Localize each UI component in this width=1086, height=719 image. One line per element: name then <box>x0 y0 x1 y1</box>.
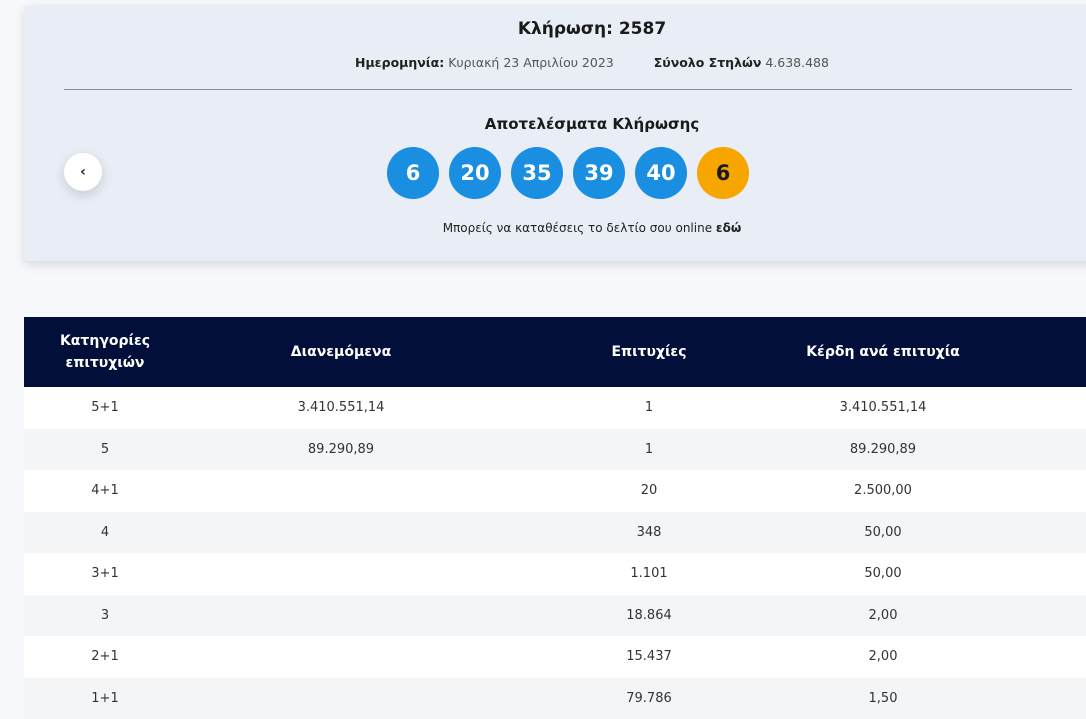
number-ball: 20 <box>449 147 501 199</box>
cell-prize: 3.410.551,14 <box>839 400 927 416</box>
previous-draw-button[interactable]: ‹ <box>64 153 102 191</box>
prize-table: Κατηγορίες επιτυχιών Διανεμόμενα Επιτυχί… <box>24 317 1086 719</box>
draw-title: Κλήρωση: 2587 <box>517 19 667 39</box>
cell-distributed <box>186 470 496 512</box>
cell-distributed <box>186 553 496 595</box>
number-ball: 6 <box>387 147 439 199</box>
cell-winners: 18.864 <box>626 607 672 623</box>
cell-category: 4+1 <box>91 483 119 499</box>
cell-winners: 1 <box>644 441 654 457</box>
header-categories: Κατηγορίες επιτυχιών <box>59 333 151 371</box>
cell-category: 3+1 <box>91 566 119 582</box>
table-row: 5+1 3.410.551,14 1 3.410.551,14 <box>24 387 1086 429</box>
columns-value: 4.638.488 <box>765 55 829 70</box>
table-row: 3 18.864 2,00 <box>24 594 1086 637</box>
cell-distributed <box>186 595 496 637</box>
header-prize-per-winner: Κέρδη ανά επιτυχία <box>806 344 960 360</box>
table-header: Κατηγορίες επιτυχιών Διανεμόμενα Επιτυχί… <box>24 317 1086 387</box>
cell-distributed <box>186 636 496 678</box>
cell-winners: 79.786 <box>626 690 672 706</box>
cell-winners: 20 <box>640 483 658 499</box>
bonus-ball: 6 <box>697 147 749 199</box>
winning-numbers: 6 20 35 39 40 6 <box>387 147 749 199</box>
cell-prize: 2,00 <box>868 607 898 623</box>
chevron-left-icon: ‹ <box>80 164 86 180</box>
cell-category: 1+1 <box>91 690 119 706</box>
online-note: Μπορείς να καταθέσεις το δελτίο σου onli… <box>24 221 1086 235</box>
cell-prize: 89.290,89 <box>849 441 917 457</box>
number-ball: 39 <box>573 147 625 199</box>
header-distributed: Διανεμόμενα <box>290 344 392 360</box>
cell-distributed <box>186 678 496 719</box>
cell-distributed: 89.290,89 <box>307 441 375 457</box>
cell-category: 4 <box>100 524 110 540</box>
cell-winners: 1 <box>644 400 654 416</box>
draw-panel: Κλήρωση: 2587 Ημερομηνία: Κυριακή 23 Απρ… <box>24 5 1086 261</box>
cell-distributed: 3.410.551,14 <box>297 400 385 416</box>
table-row: 1+1 79.786 1,50 <box>24 677 1086 719</box>
cell-distributed <box>186 512 496 554</box>
cell-category: 2+1 <box>91 649 119 665</box>
divider <box>64 89 1072 90</box>
cell-winners: 15.437 <box>626 649 672 665</box>
date-label: Ημερομηνία: <box>355 55 445 70</box>
online-link[interactable]: εδώ <box>716 221 741 235</box>
results-heading: Αποτελέσματα Κλήρωσης <box>484 115 700 133</box>
cell-prize: 2.500,00 <box>854 483 912 499</box>
table-row: 4+1 20 2.500,00 <box>24 470 1086 512</box>
table-row: 5 89.290,89 1 89.290,89 <box>24 428 1086 470</box>
number-ball: 40 <box>635 147 687 199</box>
table-row: 4 348 50,00 <box>24 511 1086 554</box>
cell-prize: 50,00 <box>864 524 902 540</box>
cell-prize: 50,00 <box>864 566 902 582</box>
cell-winners: 348 <box>636 524 662 540</box>
columns-label: Σύνολο Στηλών <box>653 55 762 70</box>
header-winners: Επιτυχίες <box>611 344 687 360</box>
table-row: 3+1 1.101 50,00 <box>24 553 1086 595</box>
draw-meta: Ημερομηνία: Κυριακή 23 Απριλίου 2023 Σύν… <box>24 55 1086 70</box>
cell-category: 3 <box>100 607 110 623</box>
online-text: Μπορείς να καταθέσεις το δελτίο σου onli… <box>442 221 713 235</box>
cell-category: 5+1 <box>91 400 119 416</box>
cell-prize: 2,00 <box>868 649 898 665</box>
cell-category: 5 <box>100 441 110 457</box>
date-value: Κυριακή 23 Απριλίου 2023 <box>448 55 614 70</box>
cell-winners: 1.101 <box>630 566 668 582</box>
number-ball: 35 <box>511 147 563 199</box>
table-row: 2+1 15.437 2,00 <box>24 636 1086 678</box>
cell-prize: 1,50 <box>868 690 898 706</box>
